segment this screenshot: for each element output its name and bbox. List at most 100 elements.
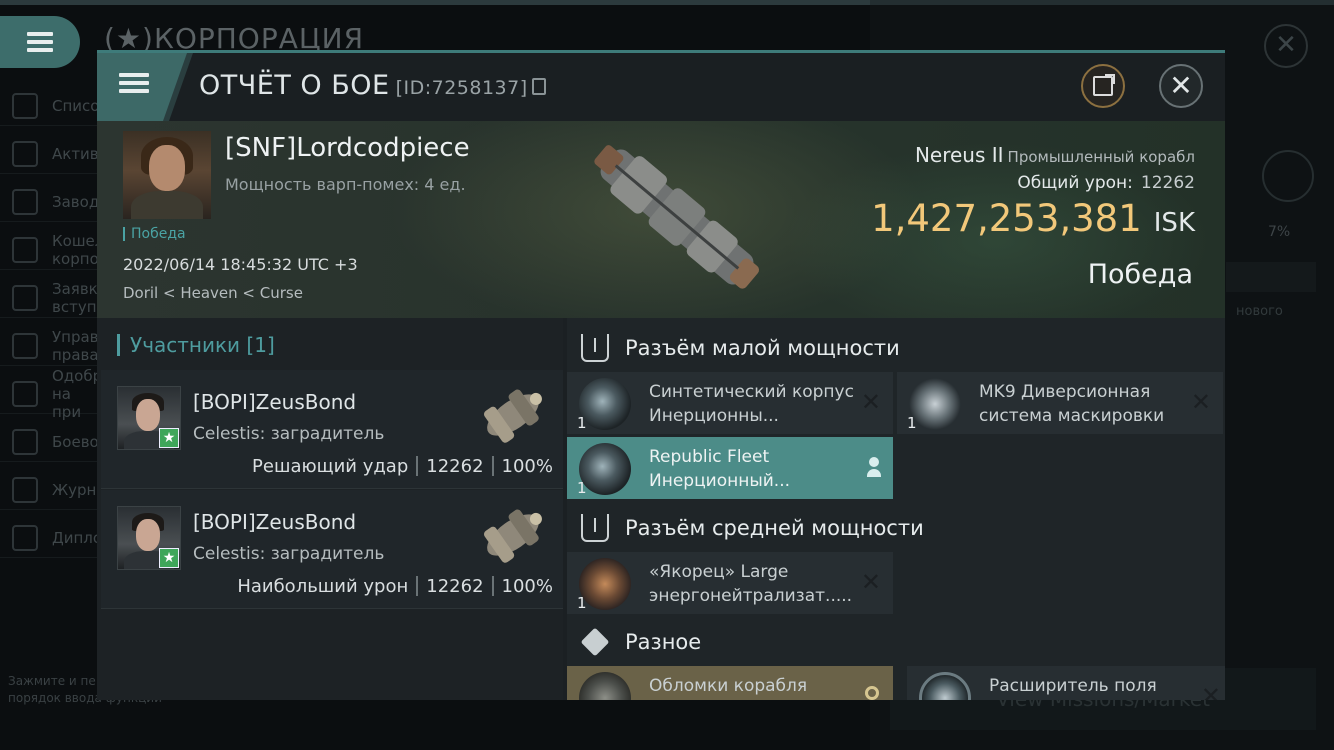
sidebar-item[interactable]: Управ права (0, 318, 100, 366)
module-item[interactable]: Обломки корабля (567, 666, 893, 700)
application-icon (12, 284, 38, 311)
divider (491, 456, 494, 476)
victim-ship[interactable]: Nereus II Промышленный корабл (915, 143, 1195, 167)
participants-panel: Участники [1] ★ [BOPI]ZeusBond Celestis:… (97, 318, 563, 700)
fitting-panel: Разъём малой мощности 1 Синтетический ко… (567, 318, 1225, 700)
sidebar-item[interactable]: Списо (0, 78, 100, 126)
sidebar-item[interactable]: Дипло (0, 510, 102, 558)
attacker-ship: Celestis: заградитель (193, 544, 385, 564)
module-item[interactable]: 1 Синтетический корпус Инерционны... ✕ (567, 372, 893, 434)
attacker-name: [BOPI]ZeusBond (193, 510, 357, 534)
victim-ship-image (594, 145, 760, 289)
journal-icon (12, 476, 38, 503)
isk-unit: ISK (1153, 208, 1195, 238)
sidebar-item[interactable]: Одобр на при (0, 366, 102, 421)
sidebar-item[interactable]: Кошел корпо (0, 222, 104, 270)
assets-icon (12, 140, 38, 167)
module-name: Republic Fleet Инерционный... (649, 447, 791, 491)
mid-slot-title: Разъём средней мощности (625, 516, 924, 540)
copy-icon[interactable] (531, 78, 546, 95)
module-qty: 1 (907, 414, 917, 432)
module-name: MK9 Диверсионная система маскировки (979, 382, 1165, 426)
misc-header: Разное (567, 616, 1225, 668)
kill-summary-banner: [SNF]Lordcodpiece Мощность варп-помех: 4… (97, 121, 1225, 318)
background-percent: 7% (1268, 224, 1291, 240)
participants-title: Участники [1] (117, 334, 275, 356)
participant-row[interactable]: ★ [BOPI]ZeusBond Celestis: заградитель Р… (101, 370, 563, 489)
ship-class: Промышленный корабл (1007, 148, 1195, 166)
module-item[interactable]: 1 MK9 Диверсионная система маскировки ✕ (897, 372, 1223, 434)
victim-name[interactable]: [SNF]Lordcodpiece (225, 133, 470, 163)
sidebar-item[interactable]: Заявк вступ (0, 270, 100, 318)
attacker-ship: Celestis: заградитель (193, 424, 385, 444)
portrait-body (131, 191, 203, 219)
list-icon (12, 92, 38, 119)
destroyed-icon: ✕ (1200, 682, 1221, 700)
attacker-name: [BOPI]ZeusBond (193, 390, 357, 414)
victim-portrait[interactable] (123, 131, 211, 219)
attacker-stats: Решающий удар 12262 100% (252, 456, 553, 477)
participant-row[interactable]: ★ [BOPI]ZeusBond Celestis: заградитель Н… (101, 490, 563, 609)
low-slot-header: Разъём малой мощности (567, 322, 1225, 374)
attacker-role: Наибольший урон (237, 576, 409, 597)
approve-icon (12, 380, 38, 407)
module-item[interactable]: 1 «Якорец» Large энергонейтрализат..... … (567, 552, 893, 614)
attacker-damage: 12262 (426, 576, 484, 597)
main-menu-button[interactable] (0, 16, 80, 68)
report-id: [ID:7258137] (395, 77, 528, 99)
wrench-icon (865, 686, 879, 700)
divider (491, 576, 494, 596)
attacker-ship-image (484, 509, 542, 563)
attacker-percent: 100% (501, 456, 553, 477)
divider (416, 576, 419, 596)
background-sidebar: Списо Актив Завод Кошел корпо Заявк всту… (0, 78, 106, 558)
module-item[interactable]: Расширитель поля ✕ (907, 666, 1225, 700)
misc-title: Разное (625, 630, 702, 654)
ship-name: Nereus II (914, 143, 1004, 167)
module-qty: 1 (577, 479, 587, 497)
module-qty: 1 (577, 594, 587, 612)
attacker-stats: Наибольший урон 12262 100% (237, 576, 553, 597)
attacker-percent: 100% (501, 576, 553, 597)
module-name: «Якорец» Large энергонейтрализат..... (649, 562, 853, 606)
close-button[interactable]: ✕ (1159, 64, 1203, 108)
attacker-role: Решающий удар (252, 456, 409, 477)
sidebar-item[interactable]: Журна (0, 462, 106, 510)
sidebar-item[interactable]: Боево (0, 414, 100, 462)
low-slot-title: Разъём малой мощности (625, 336, 900, 360)
battle-result: Победа (1087, 259, 1193, 290)
cube-icon (580, 627, 610, 657)
factory-icon (12, 188, 38, 215)
module-item[interactable]: 1 Republic Fleet Инерционный... (567, 437, 893, 499)
hamburger-icon (27, 28, 53, 56)
background-close-icon[interactable]: ✕ (1264, 24, 1308, 68)
rights-icon (12, 332, 38, 359)
report-title: ОТЧЁТ О БОЕ (199, 70, 390, 101)
mid-slot-header: Разъём средней мощности (567, 502, 1225, 554)
status-badge: Победа (123, 227, 186, 241)
portrait-face (136, 519, 160, 551)
star-icon: ★ (159, 428, 179, 448)
background-share-icon (1262, 150, 1314, 202)
low-slot-icon (581, 334, 609, 362)
module-name: Синтетический корпус Инерционны... (649, 382, 854, 426)
kill-location[interactable]: Doril < Heaven < Curse (123, 284, 303, 302)
sidebar-item[interactable]: Завод (0, 174, 100, 222)
total-damage-value: 12262 (1140, 173, 1195, 193)
sidebar-item[interactable]: Актив (0, 126, 100, 174)
module-icon (579, 558, 631, 610)
hamburger-icon (119, 69, 149, 97)
dropped-icon (867, 457, 881, 477)
destroyed-icon: ✕ (1190, 388, 1211, 416)
module-icon (579, 378, 631, 430)
isk-value: 1,427,253,381 ISK (871, 197, 1195, 240)
background-text: нового (1236, 304, 1283, 319)
divider (416, 456, 419, 476)
destroyed-icon: ✕ (860, 568, 881, 596)
module-icon (919, 672, 971, 700)
module-icon (579, 672, 631, 700)
page-title: ОТЧЁТ О БОЕ [ID:7258137] (199, 70, 546, 101)
mid-slot-icon (581, 514, 609, 542)
portrait-face (136, 399, 160, 431)
share-button[interactable] (1081, 64, 1125, 108)
